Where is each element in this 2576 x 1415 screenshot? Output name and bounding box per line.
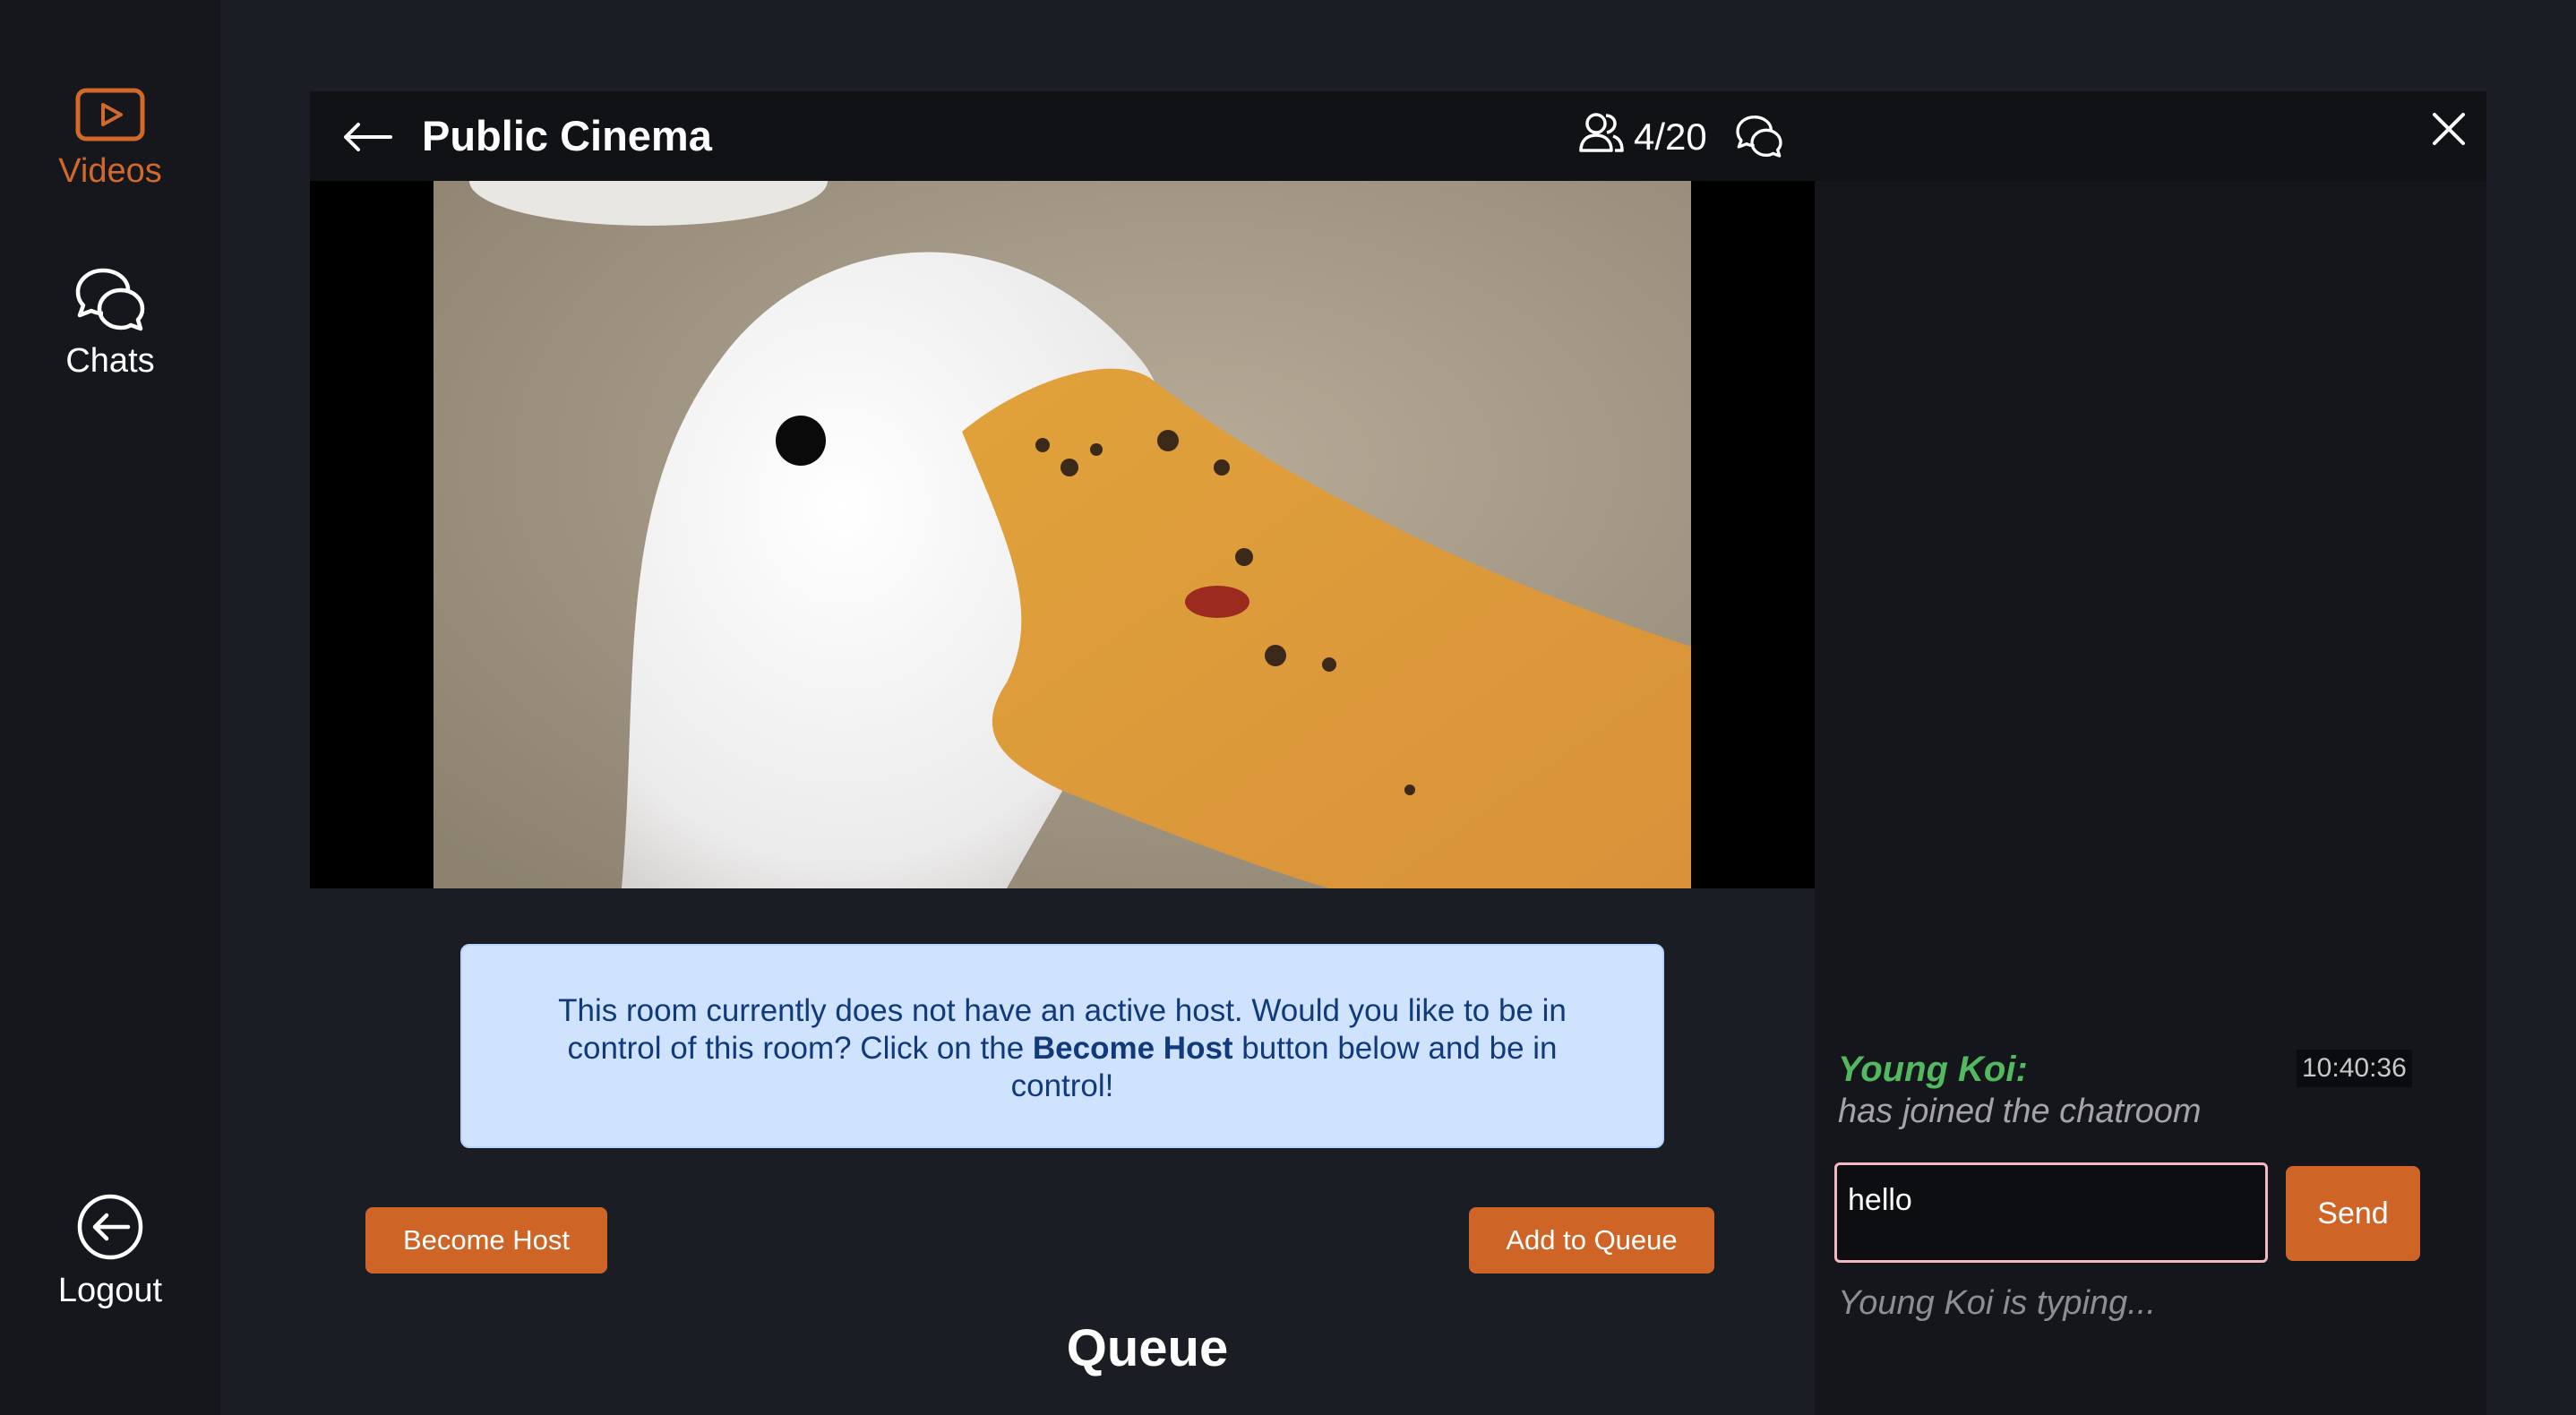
chat-message-author: Young Koi: — [1838, 1050, 2028, 1089]
add-to-queue-button[interactable]: Add to Queue — [1469, 1207, 1714, 1274]
user-count-group: 4/20 — [1578, 111, 1707, 163]
logout-icon — [74, 1191, 146, 1263]
video-play-icon — [73, 86, 147, 143]
queue-title: Queue — [1066, 1319, 1229, 1377]
video-frame — [434, 181, 1691, 888]
chat-toggle-icon[interactable] — [1734, 113, 1784, 164]
alert-text-bold: Become Host — [1032, 1031, 1233, 1066]
logout-label: Logout — [57, 1272, 163, 1309]
user-count: 4/20 — [1634, 116, 1707, 158]
back-arrow-icon[interactable] — [340, 116, 394, 162]
send-button[interactable]: Send — [2286, 1166, 2420, 1261]
close-icon[interactable] — [2429, 109, 2469, 153]
sidebar-item-label: Chats — [65, 342, 155, 380]
sidebar-item-chats[interactable]: Chats — [0, 265, 220, 381]
chat-message-input[interactable]: hello — [1834, 1162, 2268, 1263]
users-icon — [1578, 111, 1625, 163]
chat-message-text: has joined the chatroom — [1838, 1093, 2202, 1130]
logout-button[interactable]: Logout — [0, 1191, 220, 1310]
duck-video-frame-image — [434, 181, 1691, 888]
sidebar-item-label: Videos — [58, 152, 162, 190]
room-title: Public Cinema — [422, 112, 712, 159]
chat-message-timestamp: 10:40:36 — [2297, 1050, 2412, 1087]
sidebar-item-videos[interactable]: Videos — [0, 86, 220, 191]
room-header: Public Cinema 4/20 — [310, 91, 2486, 181]
chat-bubbles-icon — [73, 265, 148, 333]
become-host-button[interactable]: Become Host — [365, 1207, 607, 1274]
typing-indicator: Young Koi is typing... — [1838, 1284, 2156, 1322]
video-player[interactable] — [310, 181, 1815, 888]
sidebar: Videos Chats Logout — [0, 0, 220, 1415]
no-host-alert: This room currently does not have an act… — [460, 944, 1664, 1148]
